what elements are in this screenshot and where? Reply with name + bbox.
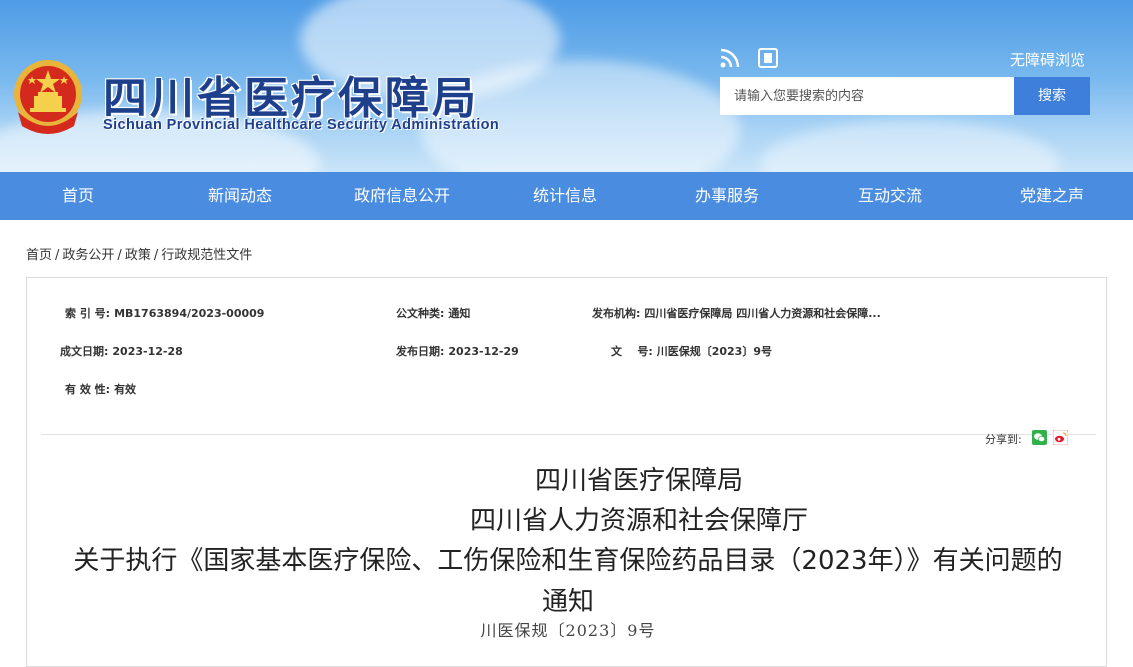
meta-doc-type-label: 公文种类: (396, 307, 445, 320)
breadcrumb-separator: / (55, 248, 60, 263)
nav-item-statistics[interactable]: 统计信息 (533, 172, 597, 220)
nav-item-interaction[interactable]: 互动交流 (858, 172, 922, 220)
meta-index: 索 引 号: MB1763894/2023-00009 (65, 305, 264, 321)
nav-item-home[interactable]: 首页 (62, 172, 94, 220)
breadcrumb-separator: / (117, 248, 122, 263)
meta-validity: 有 效 性: 有效 (65, 381, 136, 397)
breadcrumb-normative-docs[interactable]: 行政规范性文件 (161, 248, 252, 263)
search-input[interactable] (720, 77, 1014, 115)
search-button[interactable]: 搜索 (1014, 77, 1090, 115)
meta-published-label: 发布日期: (396, 345, 445, 358)
nav-item-news[interactable]: 新闻动态 (208, 172, 272, 220)
meta-created: 成文日期: 2023-12-28 (60, 343, 183, 359)
meta-created-label: 成文日期: (60, 345, 109, 358)
document-title-line-2: 四川省人力资源和社会保障厅 (469, 506, 809, 536)
document-title-line-3: 关于执行《国家基本医疗保险、工伤保险和生育保险药品目录（2023年）》有关问题的 (73, 546, 1063, 576)
document-number: 川医保规〔2023〕9号 (480, 621, 656, 640)
nav-item-services[interactable]: 办事服务 (695, 172, 759, 220)
meta-index-value: MB1763894/2023-00009 (114, 307, 265, 320)
breadcrumb: 首页 / 政务公开 / 政策 / 行政规范性文件 (26, 244, 252, 263)
meta-doc-no-label: 文 号: (611, 345, 653, 358)
meta-validity-value: 有效 (114, 383, 137, 396)
meta-divider (41, 434, 1096, 435)
nav-item-party[interactable]: 党建之声 (1020, 172, 1084, 220)
meta-issuer-value: 四川省医疗保障局 四川省人力资源和社会保障... (644, 307, 881, 320)
wechat-icon[interactable] (1032, 430, 1047, 445)
national-emblem (14, 60, 82, 134)
meta-doc-no: 文 号: 川医保规〔2023〕9号 (611, 343, 772, 359)
accessible-browse-link[interactable]: 无障碍浏览 (1010, 49, 1085, 70)
share-label: 分享到: (985, 433, 1022, 446)
meta-doc-type: 公文种类: 通知 (396, 305, 470, 321)
meta-issuer-label: 发布机构: (592, 307, 641, 320)
meta-issuer: 发布机构: 四川省医疗保障局 四川省人力资源和社会保障... (592, 305, 881, 321)
meta-published-value: 2023-12-29 (448, 345, 519, 358)
meta-created-value: 2023-12-28 (112, 345, 183, 358)
breadcrumb-gov-affairs[interactable]: 政务公开 (62, 248, 114, 263)
cloud-decoration (760, 120, 1060, 172)
document-title-line-4: 通知 (541, 587, 595, 617)
breadcrumb-policy[interactable]: 政策 (125, 248, 151, 263)
rss-icon[interactable] (719, 47, 741, 69)
meta-published: 发布日期: 2023-12-29 (396, 343, 519, 359)
breadcrumb-home[interactable]: 首页 (26, 248, 52, 263)
document-title-line-1: 四川省医疗保障局 (534, 466, 744, 496)
meta-validity-label: 有 效 性: (65, 383, 111, 396)
meta-doc-type-value: 通知 (448, 307, 471, 320)
site-header: 四川省医疗保障局 Sichuan Provincial Healthcare S… (0, 0, 1133, 172)
breadcrumb-separator: / (153, 248, 159, 263)
meta-doc-no-value: 川医保规〔2023〕9号 (656, 345, 772, 358)
nav-item-gov-info[interactable]: 政府信息公开 (354, 172, 450, 220)
weibo-icon[interactable] (1053, 430, 1068, 445)
meta-index-label: 索 引 号: (65, 307, 111, 320)
main-nav: 首页 新闻动态 政府信息公开 统计信息 办事服务 互动交流 党建之声 (0, 172, 1133, 220)
mobile-app-icon[interactable] (757, 47, 779, 69)
site-title-english: Sichuan Provincial Healthcare Security A… (103, 117, 500, 133)
article-container: 索 引 号: MB1763894/2023-00009 公文种类: 通知 发布机构:… (26, 277, 1107, 667)
